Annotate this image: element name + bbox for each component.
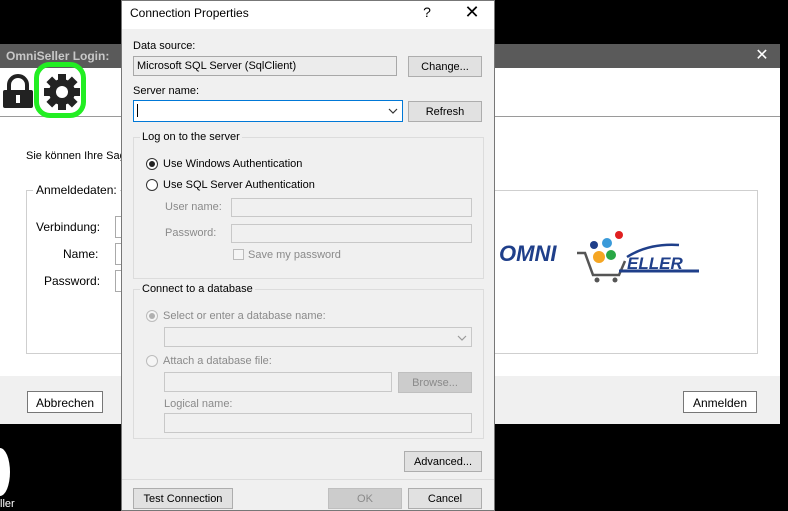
- database-file-input[interactable]: [164, 372, 392, 392]
- database-combobox[interactable]: [164, 327, 472, 347]
- server-name-label: Server name:: [133, 85, 200, 97]
- user-name-input[interactable]: [231, 198, 472, 217]
- ok-button[interactable]: OK: [328, 488, 402, 509]
- refresh-button[interactable]: Refresh: [408, 101, 482, 122]
- select-database-label[interactable]: Select or enter a database name:: [163, 310, 326, 322]
- login-button[interactable]: Anmelden: [683, 391, 757, 413]
- dialog-titlebar: Connection Properties ? ✕: [122, 1, 494, 29]
- advanced-button[interactable]: Advanced...: [404, 451, 482, 472]
- data-source-label: Data source:: [133, 40, 196, 52]
- change-button[interactable]: Change...: [408, 56, 482, 77]
- highlight-annotation: [34, 62, 86, 118]
- database-group: Connect to a database Select or enter a …: [133, 283, 484, 439]
- text-cursor: [137, 104, 138, 117]
- name-label: Name:: [63, 247, 99, 261]
- login-title: OmniSeller Login:: [6, 49, 110, 63]
- password-label: Password:: [165, 227, 217, 239]
- connection-properties-dialog: Connection Properties ? ✕ Data source: M…: [121, 0, 495, 511]
- attach-database-label[interactable]: Attach a database file:: [163, 355, 272, 367]
- data-source-field: Microsoft SQL Server (SqlClient): [133, 56, 397, 76]
- logo-text-left: OMNI: [499, 241, 557, 266]
- omniseller-logo: OMNI ELLER: [499, 231, 699, 283]
- user-name-label: User name:: [165, 201, 222, 213]
- logon-group-label: Log on to the server: [140, 131, 242, 143]
- login-group-label: Anmeldedaten:: [33, 183, 120, 197]
- logon-group: Log on to the server Use Windows Authent…: [133, 131, 484, 279]
- desktop-app-icon[interactable]: [0, 448, 10, 496]
- logical-name-input[interactable]: [164, 413, 472, 433]
- server-name-combobox[interactable]: [133, 100, 403, 122]
- logical-name-label: Logical name:: [164, 398, 233, 410]
- connection-label: Verbindung:: [36, 220, 101, 234]
- database-group-label: Connect to a database: [140, 283, 255, 295]
- browse-button[interactable]: Browse...: [398, 372, 472, 393]
- test-connection-button[interactable]: Test Connection: [133, 488, 233, 509]
- windows-auth-radio[interactable]: [146, 158, 158, 170]
- desktop-icon-label: ller: [0, 498, 15, 510]
- select-database-radio[interactable]: [146, 310, 158, 322]
- save-password-label[interactable]: Save my password: [248, 249, 341, 261]
- login-close-button[interactable]: ✕: [752, 45, 772, 67]
- windows-auth-label[interactable]: Use Windows Authentication: [163, 158, 302, 170]
- password-input[interactable]: [231, 224, 472, 243]
- chevron-down-icon: [457, 335, 467, 341]
- dialog-title: Connection Properties: [130, 6, 249, 20]
- cancel-dialog-button[interactable]: Cancel: [408, 488, 482, 509]
- chevron-down-icon[interactable]: [388, 108, 398, 114]
- attach-database-radio[interactable]: [146, 355, 158, 367]
- help-icon[interactable]: ?: [416, 4, 438, 24]
- close-icon[interactable]: ✕: [458, 2, 486, 26]
- password-label: Password:: [44, 274, 101, 288]
- login-intro-text: Sie können Ihre Sag: [26, 150, 126, 162]
- sql-auth-radio[interactable]: [146, 179, 158, 191]
- lock-icon[interactable]: [0, 74, 36, 110]
- cancel-button[interactable]: Abbrechen: [27, 391, 103, 413]
- save-password-checkbox[interactable]: [233, 249, 244, 260]
- dialog-divider: [122, 479, 494, 480]
- sql-auth-label[interactable]: Use SQL Server Authentication: [163, 179, 315, 191]
